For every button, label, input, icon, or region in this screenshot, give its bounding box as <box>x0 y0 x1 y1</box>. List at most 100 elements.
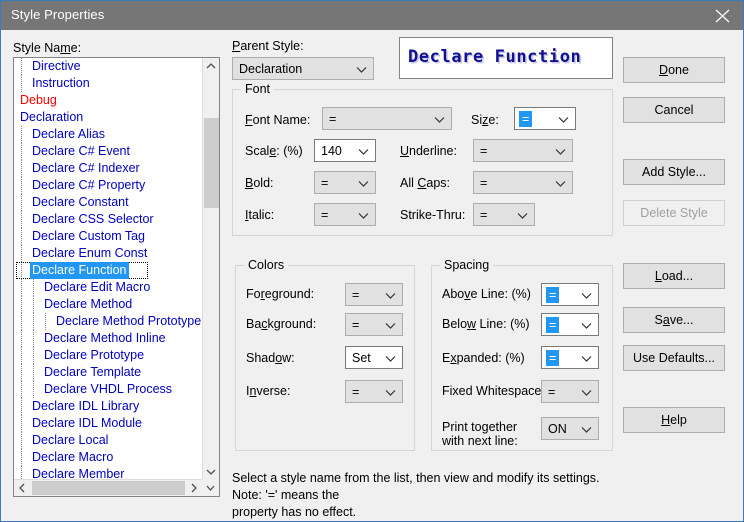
load-button[interactable]: Load... <box>623 263 725 289</box>
tree-item-label: Declare CSS Selector <box>30 211 156 228</box>
background-combo[interactable]: = <box>345 313 403 336</box>
add-style-button[interactable]: Add Style... <box>623 159 725 185</box>
tree-connector-line <box>21 160 22 177</box>
close-icon <box>715 9 730 23</box>
all-caps-combo[interactable]: = <box>473 171 573 194</box>
above-line-combo[interactable]: = <box>541 283 599 306</box>
scroll-thumb-horizontal[interactable] <box>32 481 185 495</box>
style-properties-dialog: Style Properties Style Name: DirectiveIn… <box>0 0 744 522</box>
tree-item[interactable]: Declare IDL Library <box>14 398 203 415</box>
tree-item[interactable]: Declare CSS Selector <box>14 211 203 228</box>
print-together-combo[interactable]: ON <box>541 417 599 440</box>
chevron-down-icon <box>581 426 592 433</box>
shadow-combo[interactable]: Set <box>345 346 403 369</box>
underline-combo[interactable]: = <box>473 139 573 162</box>
help-button[interactable]: Help <box>623 407 725 433</box>
tree-item[interactable]: Declare Method Prototype <box>14 313 203 330</box>
below-line-combo[interactable]: = <box>541 313 599 336</box>
listbox-horizontal-scrollbar[interactable] <box>14 479 203 496</box>
save-button[interactable]: Save... <box>623 307 725 333</box>
tree-connector-line <box>21 398 22 415</box>
fixed-whitespace-combo[interactable]: = <box>541 380 599 403</box>
font-name-combo[interactable]: = <box>322 107 452 130</box>
scroll-down-button[interactable] <box>203 463 219 480</box>
strike-thru-value: = <box>480 207 487 223</box>
tree-item[interactable]: Declare Enum Const <box>14 245 203 262</box>
tree-connector-line <box>21 347 22 364</box>
style-tree[interactable]: DirectiveInstructionDebugDeclarationDecl… <box>14 58 203 480</box>
tree-item[interactable]: Declare Template <box>14 364 203 381</box>
scrollbar-corner[interactable] <box>202 479 219 496</box>
tree-item[interactable]: Declare C# Property <box>14 177 203 194</box>
below-line-value: = <box>546 317 559 333</box>
tree-item[interactable]: Declare IDL Module <box>14 415 203 432</box>
scale-combo[interactable]: 140 <box>314 139 376 162</box>
tree-item[interactable]: Instruction <box>14 75 203 92</box>
scroll-left-button[interactable] <box>14 480 31 496</box>
scroll-thumb-vertical[interactable] <box>204 118 219 208</box>
tree-item[interactable]: Declaration <box>14 109 203 126</box>
parent-style-combo[interactable]: Declaration <box>232 57 374 80</box>
tree-item[interactable]: Declare Prototype <box>14 347 203 364</box>
cancel-button[interactable]: Cancel <box>623 97 725 123</box>
scale-value: 140 <box>321 143 342 159</box>
scroll-up-button[interactable] <box>203 58 219 75</box>
bold-value: = <box>321 175 328 191</box>
tree-item[interactable]: Debug <box>14 92 203 109</box>
tree-item[interactable]: Declare Member <box>14 466 203 480</box>
delete-style-button: Delete Style <box>623 200 725 226</box>
tree-item[interactable]: Declare Constant <box>14 194 203 211</box>
print-together-value: ON <box>548 421 567 437</box>
underline-value: = <box>480 143 487 159</box>
chevron-down-icon <box>385 389 396 396</box>
chevron-down-icon <box>517 212 528 219</box>
tree-item-label: Declare Method Inline <box>42 330 168 347</box>
tree-item[interactable]: Declare Method Inline <box>14 330 203 347</box>
close-button[interactable] <box>700 1 744 30</box>
tree-item[interactable]: Declare Local <box>14 432 203 449</box>
chevron-up-icon <box>203 58 219 75</box>
all-caps-value: = <box>480 175 487 191</box>
italic-combo[interactable]: = <box>314 203 376 226</box>
chevron-down-icon <box>385 292 396 299</box>
tree-connector-line <box>21 449 22 466</box>
chevron-down-icon <box>356 66 367 73</box>
tree-item[interactable]: Declare Macro <box>14 449 203 466</box>
tree-connector-line <box>21 381 22 398</box>
tree-connector-line <box>21 58 22 75</box>
tree-item[interactable]: Declare Method <box>14 296 203 313</box>
parent-style-value: Declaration <box>239 61 302 77</box>
tree-item-label: Declare Method <box>42 296 134 313</box>
expanded-label: Expanded: (%) <box>442 351 525 365</box>
tree-item-label: Declare Member <box>30 466 126 480</box>
tree-item[interactable]: Declare C# Event <box>14 143 203 160</box>
expanded-combo[interactable]: = <box>541 346 599 369</box>
done-button[interactable]: Done <box>623 57 725 83</box>
tree-connector-line <box>21 194 22 211</box>
style-name-listbox[interactable]: DirectiveInstructionDebugDeclarationDecl… <box>13 57 220 497</box>
scroll-right-button[interactable] <box>186 480 203 496</box>
tree-item[interactable]: Declare Edit Macro <box>14 279 203 296</box>
tree-item[interactable]: Declare VHDL Process <box>14 381 203 398</box>
tree-connector-line <box>21 313 22 330</box>
tree-item[interactable]: Declare Custom Tag <box>14 228 203 245</box>
tree-connector-line <box>33 330 34 347</box>
tree-connector-line <box>21 245 22 262</box>
chevron-down-icon <box>434 116 445 123</box>
foreground-combo[interactable]: = <box>345 283 403 306</box>
font-name-label: Font Name: <box>245 113 310 127</box>
scale-label: Scale: (%) <box>245 144 303 158</box>
strike-thru-combo[interactable]: = <box>473 203 535 226</box>
tree-connector-line <box>33 381 34 398</box>
tree-item[interactable]: Declare Alias <box>14 126 203 143</box>
tree-item[interactable]: Directive <box>14 58 203 75</box>
tree-item[interactable]: Declare C# Indexer <box>14 160 203 177</box>
inverse-combo[interactable]: = <box>345 380 403 403</box>
above-line-label: Above Line: (%) <box>442 287 531 301</box>
listbox-vertical-scrollbar[interactable] <box>202 58 219 480</box>
bold-combo[interactable]: = <box>314 171 376 194</box>
tree-item-selected[interactable]: Declare Function <box>14 262 203 279</box>
use-defaults-button[interactable]: Use Defaults... <box>623 345 725 371</box>
expanded-value: = <box>546 350 559 366</box>
size-combo[interactable]: = <box>514 107 576 130</box>
